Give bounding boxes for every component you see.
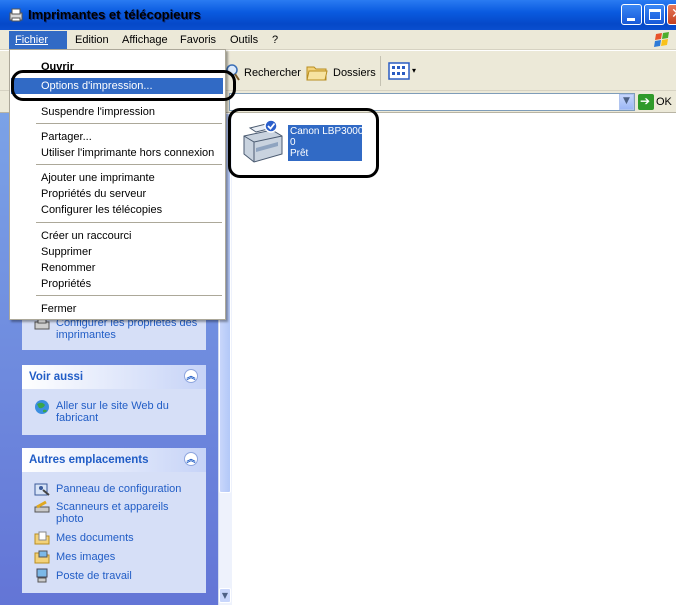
my-computer-link[interactable]: Poste de travail — [56, 570, 132, 582]
other-places-header[interactable]: Autres emplacements ︽ — [22, 448, 206, 472]
printer-properties-icon — [34, 318, 50, 330]
configure-printer-properties-link[interactable]: Configurer les propriétés des imprimante… — [56, 317, 206, 341]
callout-printer-highlight — [228, 108, 379, 178]
search-button[interactable]: Rechercher — [244, 67, 301, 79]
windows-logo-icon — [654, 32, 669, 47]
collapse-chevron-icon[interactable]: ︽ — [184, 452, 198, 466]
minimize-button[interactable] — [621, 4, 642, 25]
my-documents-link[interactable]: Mes documents — [56, 532, 134, 544]
my-computer-icon — [36, 568, 48, 583]
manufacturer-website-link[interactable]: Aller sur le site Web du fabricant — [56, 400, 196, 424]
menu-configurer-telecopies[interactable]: Configurer les télécopies — [41, 204, 162, 216]
menu-partager[interactable]: Partager... — [41, 131, 92, 143]
views-icon[interactable] — [388, 62, 410, 80]
close-button[interactable]: ✕ — [667, 4, 676, 25]
menu-separator — [36, 123, 222, 124]
menu-proprietes[interactable]: Propriétés — [41, 278, 91, 290]
see-also-header[interactable]: Voir aussi ︽ — [22, 365, 206, 389]
menu-favoris[interactable]: Favoris — [180, 34, 216, 46]
maximize-icon — [649, 9, 661, 20]
folders-icon[interactable] — [306, 62, 328, 82]
go-button[interactable]: OK — [656, 96, 672, 108]
menu-suspendre-impression[interactable]: Suspendre l'impression — [41, 106, 155, 118]
menu-ajouter-imprimante[interactable]: Ajouter une imprimante — [41, 172, 155, 184]
menu-separator — [36, 164, 222, 165]
collapse-chevron-icon[interactable]: ︽ — [184, 369, 198, 383]
chevron-down-icon: ▼ — [623, 96, 630, 106]
my-pictures-icon — [34, 550, 50, 564]
printer-folder-icon — [9, 8, 23, 22]
menu-proprietes-serveur[interactable]: Propriétés du serveur — [41, 188, 146, 200]
window-title: Imprimantes et télécopieurs — [28, 7, 201, 22]
see-also-title: Voir aussi — [29, 371, 84, 383]
menu-separator — [36, 222, 222, 223]
menu-fichier[interactable]: Fichier — [15, 34, 48, 46]
menu-separator — [36, 295, 222, 296]
menu-hors-connexion[interactable]: Utiliser l'imprimante hors connexion — [41, 147, 214, 159]
printer-list-area — [232, 113, 676, 605]
callout-options-highlight — [11, 70, 236, 101]
control-panel-icon — [34, 483, 50, 496]
maximize-button[interactable] — [644, 4, 665, 25]
menu-supprimer[interactable]: Supprimer — [41, 246, 92, 258]
globe-icon — [35, 400, 49, 414]
control-panel-link[interactable]: Panneau de configuration — [56, 483, 181, 495]
my-documents-icon — [34, 531, 50, 545]
scroll-down-button[interactable]: ▼ — [219, 588, 231, 603]
minimize-icon — [627, 18, 635, 21]
folders-button[interactable]: Dossiers — [333, 67, 376, 79]
other-places-title: Autres emplacements — [29, 454, 149, 466]
toolbar-separator — [380, 56, 381, 86]
menu-edition[interactable]: Edition — [75, 34, 109, 46]
scanner-camera-icon — [34, 500, 50, 513]
go-arrow-icon[interactable]: ➔ — [638, 94, 654, 110]
close-icon: ✕ — [671, 6, 676, 22]
menu-renommer[interactable]: Renommer — [41, 262, 95, 274]
scanners-cameras-link[interactable]: Scanneurs et appareils photo — [56, 501, 176, 525]
menu-creer-raccourci[interactable]: Créer un raccourci — [41, 230, 131, 242]
menu-help[interactable]: ? — [272, 34, 278, 46]
menu-fermer[interactable]: Fermer — [41, 303, 76, 315]
address-dropdown-button[interactable]: ▼ — [619, 94, 634, 110]
menu-outils[interactable]: Outils — [230, 34, 258, 46]
menu-affichage[interactable]: Affichage — [122, 34, 168, 46]
views-dropdown-arrow-icon[interactable]: ▾ — [412, 66, 416, 75]
my-pictures-link[interactable]: Mes images — [56, 551, 115, 563]
arrow-right-glyph: ➔ — [640, 94, 651, 108]
